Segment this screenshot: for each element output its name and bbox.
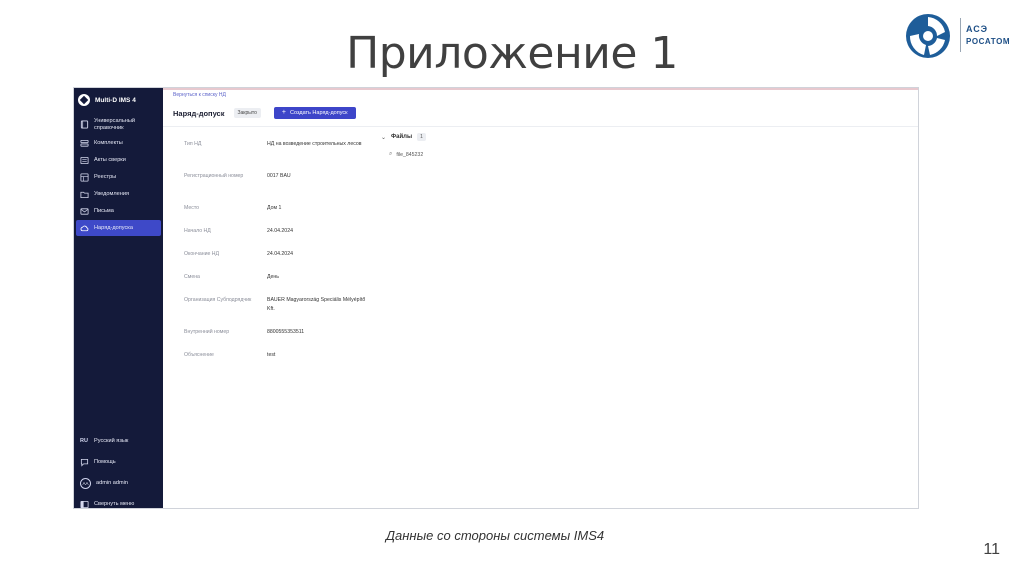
app-name: Multi-D IMS 4 (95, 96, 136, 104)
atom-logo-icon (906, 14, 950, 58)
language-switch[interactable]: RU Русский язык (76, 431, 161, 451)
collapse-menu-button[interactable]: Свернуть меню (76, 494, 161, 508)
field-value: test (267, 352, 276, 358)
field-value: 8800555353511 (267, 329, 305, 335)
chevron-down-icon: ⌄ (381, 134, 387, 141)
collapse-label: Свернуть меню (94, 500, 135, 507)
sidebar-item-letters[interactable]: Письма (76, 203, 161, 219)
app-header[interactable]: Multi-D IMS 4 (78, 94, 136, 106)
header-divider (163, 126, 918, 127)
page-title: Наряд-допуск (173, 108, 225, 118)
table-icon (80, 172, 89, 182)
field-label: Смена (184, 274, 200, 280)
cloud-icon (80, 225, 89, 231)
logo-divider (960, 18, 961, 52)
field-label: Регистрационный номер (184, 173, 244, 179)
paperclip-icon: ⌕ (389, 151, 393, 157)
sidebar-item-notifications[interactable]: Уведомления (76, 186, 161, 202)
page-header: Наряд-допуск Закрыто + Создать Наряд-доп… (173, 107, 356, 119)
help-label: Помощь (94, 458, 116, 465)
field-value: 24.04.2024 (267, 251, 293, 257)
field-label: Организация Субподрядчик (184, 297, 252, 303)
field-value: Дом 1 (267, 205, 282, 211)
sidebar-item-work-permits[interactable]: Наряд-допуска (76, 220, 161, 236)
sidebar-item-label: Акты сверки (94, 156, 126, 163)
page-number: 11 (983, 541, 1000, 558)
files-title: Файлы (391, 134, 413, 140)
file-name: file_845232 (396, 151, 424, 158)
field-value: НД на возведение строительных лесов (267, 141, 362, 147)
field-label: Место (184, 205, 200, 211)
sidebar-item-sets[interactable]: Комплекты (76, 135, 161, 151)
files-header[interactable]: ⌄ Файлы 1 (381, 133, 426, 141)
sidebar-nav: Универсальный справочник Комплекты Акты … (76, 115, 161, 237)
field-value: BAUER Magyarország Speciális Mélyépítő K… (267, 297, 366, 312)
field-value: 24.04.2024 (267, 228, 293, 234)
plus-icon: + (281, 109, 286, 116)
field-label: Начало НД (184, 228, 211, 234)
mail-icon (80, 207, 89, 215)
avatar: AA (80, 477, 91, 489)
sidebar-item-label: Реестры (94, 173, 117, 180)
field-label: Тип НД (184, 141, 202, 147)
sidebar-item-label: Универсальный справочник (94, 118, 135, 131)
files-count-badge: 1 (417, 133, 426, 141)
field-value: День (267, 274, 279, 280)
rosatom-logo: АСЭ РОСАТОМ (904, 12, 1016, 60)
logo-text-ase: АСЭ (966, 24, 989, 34)
app-window: Multi-D IMS 4 Универсальный справочник К… (73, 87, 919, 509)
language-label: Русский язык (94, 437, 129, 444)
slide-title: Приложение 1 (346, 28, 678, 79)
book-icon (80, 120, 89, 129)
document-icon (80, 156, 89, 164)
field-value: 0017 BAU (267, 173, 291, 179)
back-link[interactable]: Вернуться к списку НД (173, 92, 226, 98)
main-content: Вернуться к списку НД Наряд-допуск Закры… (163, 88, 918, 508)
sidebar-item-label: Наряд-допуска (94, 224, 133, 231)
sidebar: Multi-D IMS 4 Универсальный справочник К… (74, 88, 163, 508)
folder-icon (80, 191, 89, 198)
file-item[interactable]: ⌕ file_845232 (389, 151, 426, 158)
chat-icon (80, 458, 89, 467)
sidebar-item-label: Комплекты (94, 139, 123, 146)
slide-caption: Данные со стороны системы IMS4 (385, 528, 605, 543)
files-panel: ⌄ Файлы 1 ⌕ file_845232 (381, 133, 426, 158)
sidebar-item-reconciliation-acts[interactable]: Акты сверки (76, 152, 161, 168)
create-permit-label: Создать Наряд-допуск (289, 110, 348, 116)
top-border (163, 88, 918, 90)
app-logo-icon (78, 94, 90, 106)
user-name: admin admin (96, 479, 129, 486)
field-label: Окончание НД (184, 251, 220, 257)
collapse-icon (80, 500, 89, 508)
create-permit-button[interactable]: + Создать Наряд-допуск (273, 107, 356, 119)
sidebar-item-label: Уведомления (94, 190, 129, 197)
sidebar-item-registers[interactable]: Реестры (76, 169, 161, 185)
stack-icon (80, 139, 89, 147)
language-code: RU (80, 438, 88, 444)
sidebar-item-reference[interactable]: Универсальный справочник (76, 115, 161, 134)
sidebar-bottom: RU Русский язык Помощь AA admin admin Св… (76, 431, 161, 508)
field-label: Объяснение (184, 352, 214, 358)
user-profile[interactable]: AA admin admin (76, 473, 161, 493)
sidebar-item-label: Письма (94, 207, 114, 214)
status-badge: Закрыто (233, 108, 261, 118)
logo-text-rosatom: РОСАТОМ (966, 37, 1011, 46)
help-button[interactable]: Помощь (76, 452, 161, 472)
field-label: Внутренний номер (184, 329, 230, 335)
